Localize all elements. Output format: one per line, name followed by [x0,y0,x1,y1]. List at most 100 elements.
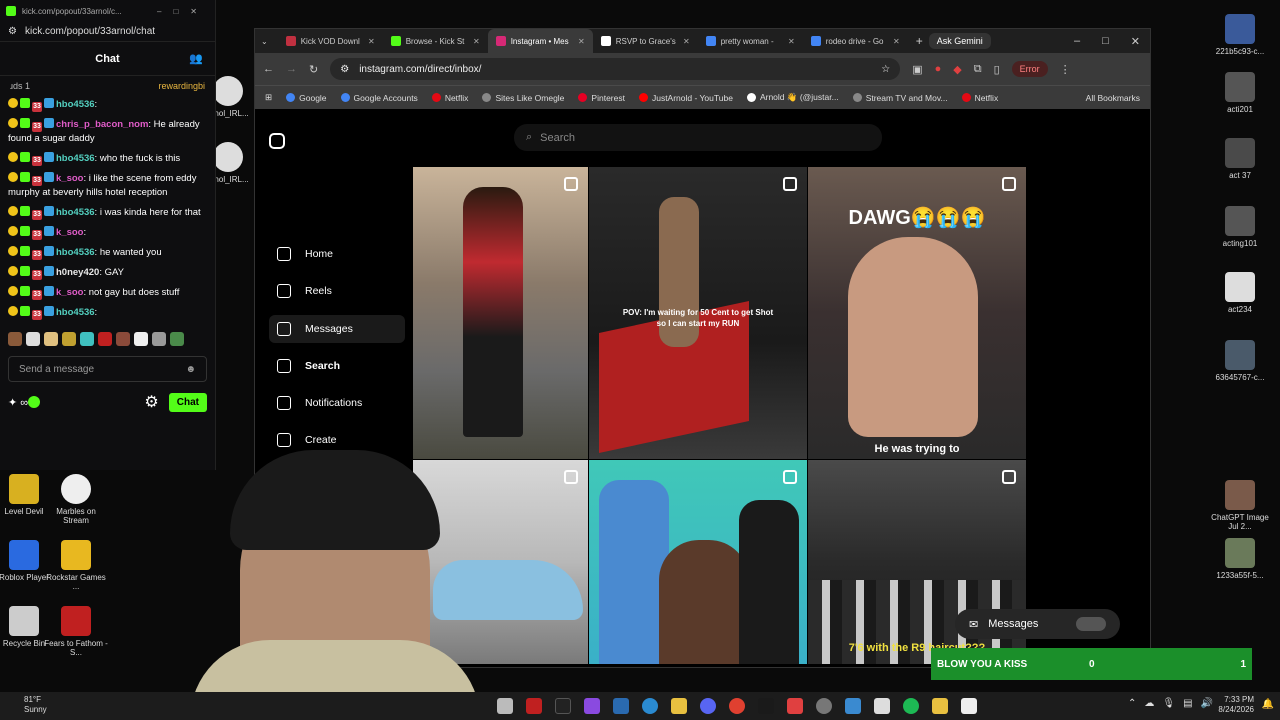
browser-tab[interactable]: pretty woman - ✕ [698,29,803,53]
extension-icon[interactable]: ◆ [953,63,961,76]
browser-tab[interactable]: Browse - Kick St ✕ [383,29,488,53]
volume-icon[interactable]: 🔊 [1201,698,1213,709]
users-icon[interactable]: 👥 [189,52,203,65]
minimize-icon[interactable]: – [1074,35,1080,48]
nav-reels[interactable]: Reels [269,277,405,305]
browser-tab[interactable]: rodeo drive - Go ✕ [803,29,908,53]
network-icon[interactable]: ▤ [1183,698,1192,709]
desktop-icon[interactable]: 221b5c93-c... [1208,14,1272,56]
bookmark-item[interactable]: Netflix [431,93,468,103]
kick-badge-icon[interactable] [28,396,41,408]
reel-tile[interactable] [413,167,588,459]
ask-gemini-button[interactable]: Ask Gemini [928,33,991,49]
folder-icon[interactable] [670,698,687,714]
desktop-icon[interactable]: acti201 [1208,72,1272,114]
notifications-icon[interactable]: 🔔 [1262,699,1274,710]
chat-username[interactable]: k_soo [56,287,83,298]
tab-close-icon[interactable]: ✕ [893,37,900,46]
apps-icon[interactable]: ⊞ [265,92,272,103]
desktop-icon[interactable]: 63645767-c... [1208,340,1272,382]
nav-search[interactable]: Search [269,352,405,380]
reel-tile[interactable]: DAWG😭😭😭 He was trying to [808,167,1026,459]
site-info-icon[interactable]: ⚙ [8,26,17,37]
chat-username[interactable]: chris_p_bacon_nom [56,119,148,130]
desktop-icon[interactable]: acting101 [1208,206,1272,248]
emote[interactable] [116,332,130,346]
extensions-icon[interactable]: ⧉ [974,63,982,76]
notepad-icon[interactable] [873,698,890,714]
nav-home[interactable]: Home [269,240,405,268]
chat-input[interactable]: Send a message ☻ [8,356,207,382]
app-icon[interactable] [583,698,600,714]
bookmark-item[interactable]: JustArnold - YouTube [638,93,733,103]
app-icon[interactable] [931,698,948,714]
app-icon[interactable] [786,698,803,714]
emote[interactable] [8,332,22,346]
tiktok-icon[interactable] [554,698,571,714]
emote[interactable] [98,332,112,346]
window-controls[interactable]: – □ ✕ [1074,35,1150,48]
desktop-icon[interactable]: act234 [1208,272,1272,314]
file-icon[interactable] [496,698,513,714]
chat-username[interactable]: h0ney420 [56,267,99,278]
pinned-bar[interactable]: ɹds 1 rewardingbi [0,76,215,96]
bookmark-item[interactable]: Sites Like Omegle [482,93,564,103]
profile-error-button[interactable]: Error [1011,61,1048,77]
maximize-icon[interactable]: □ [1102,35,1109,48]
close-icon[interactable]: ✕ [1131,35,1140,48]
emote[interactable] [26,332,40,346]
chat-username[interactable]: k_soo [56,227,83,238]
chrome-icon[interactable] [728,698,745,714]
bookmark-item[interactable]: Netflix [961,93,998,103]
system-tray[interactable]: ⌃ ☁ 🎙 ▤ 🔊 [1128,698,1213,709]
window-controls[interactable]: –□✕ [157,7,209,16]
app-icon[interactable] [960,698,977,714]
bookmark-item[interactable]: Pinterest [578,93,625,103]
emote[interactable] [62,332,76,346]
tab-close-icon[interactable]: ✕ [683,37,690,46]
browser-tab[interactable]: Instagram • Mes ✕ [487,29,593,53]
emote[interactable] [152,332,166,346]
desktop-icon[interactable]: ChatGPT Image Jul 2... [1208,480,1272,531]
tab-close-icon[interactable]: ✕ [578,37,585,46]
extension-icon[interactable]: ● [935,63,942,75]
bookmark-star-icon[interactable]: ☆ [881,64,890,75]
infinity-icon[interactable]: ✦ ∞ [8,396,28,409]
chevron-up-icon[interactable]: ⌃ [1128,698,1136,709]
emote-bar[interactable] [0,328,215,350]
settings-icon[interactable]: ⚙ [144,392,158,412]
chat-username[interactable]: k_soo [56,173,83,184]
chat-username[interactable]: hbo4536 [56,153,95,164]
bookmark-item[interactable]: Arnold 👋 (@justar... [746,92,839,103]
chat-username[interactable]: hbo4536 [56,207,95,218]
tab-search-icon[interactable]: ⌄ [261,37,268,46]
emote[interactable] [170,332,184,346]
obs-icon[interactable] [815,698,832,714]
all-bookmarks-button[interactable]: All Bookmarks [1086,93,1140,103]
bookmark-item[interactable]: Google [286,93,327,103]
tab-close-icon[interactable]: ✕ [788,37,795,46]
bookmark-item[interactable]: Stream TV and Mov... [852,93,948,103]
cloud-icon[interactable]: ☁ [1144,698,1154,709]
steam-icon[interactable] [612,698,629,714]
menu-icon[interactable]: ⋮ [1060,63,1071,76]
reel-tile[interactable]: POV: I'm waiting for 50 Cent to get Shot… [589,167,807,459]
app-icon[interactable] [525,698,542,714]
emote[interactable] [134,332,148,346]
weather-widget[interactable]: 81°F Sunny [24,695,47,715]
forward-icon[interactable]: → [286,63,297,75]
desktop-icon[interactable]: Rockstar Games ... [44,540,108,591]
chat-username[interactable]: hbo4536 [56,99,95,110]
search-input[interactable]: ⌕ Search [514,124,882,151]
kick-address-bar[interactable]: ⚙ kick.com/popout/33arnol/chat [0,22,215,42]
reload-icon[interactable]: ↻ [309,63,318,76]
edge-icon[interactable] [641,698,658,714]
back-icon[interactable]: ← [263,63,274,75]
address-bar[interactable]: ⚙ instagram.com/direct/inbox/ ☆ [330,58,901,80]
kick-icon[interactable] [757,698,774,714]
emote[interactable] [44,332,58,346]
chat-send-button[interactable]: Chat [168,392,207,412]
desktop-icon[interactable]: Marbles on Stream [44,474,108,525]
browser-tab[interactable]: Kick VOD Downl ✕ [278,29,383,53]
emote[interactable] [80,332,94,346]
